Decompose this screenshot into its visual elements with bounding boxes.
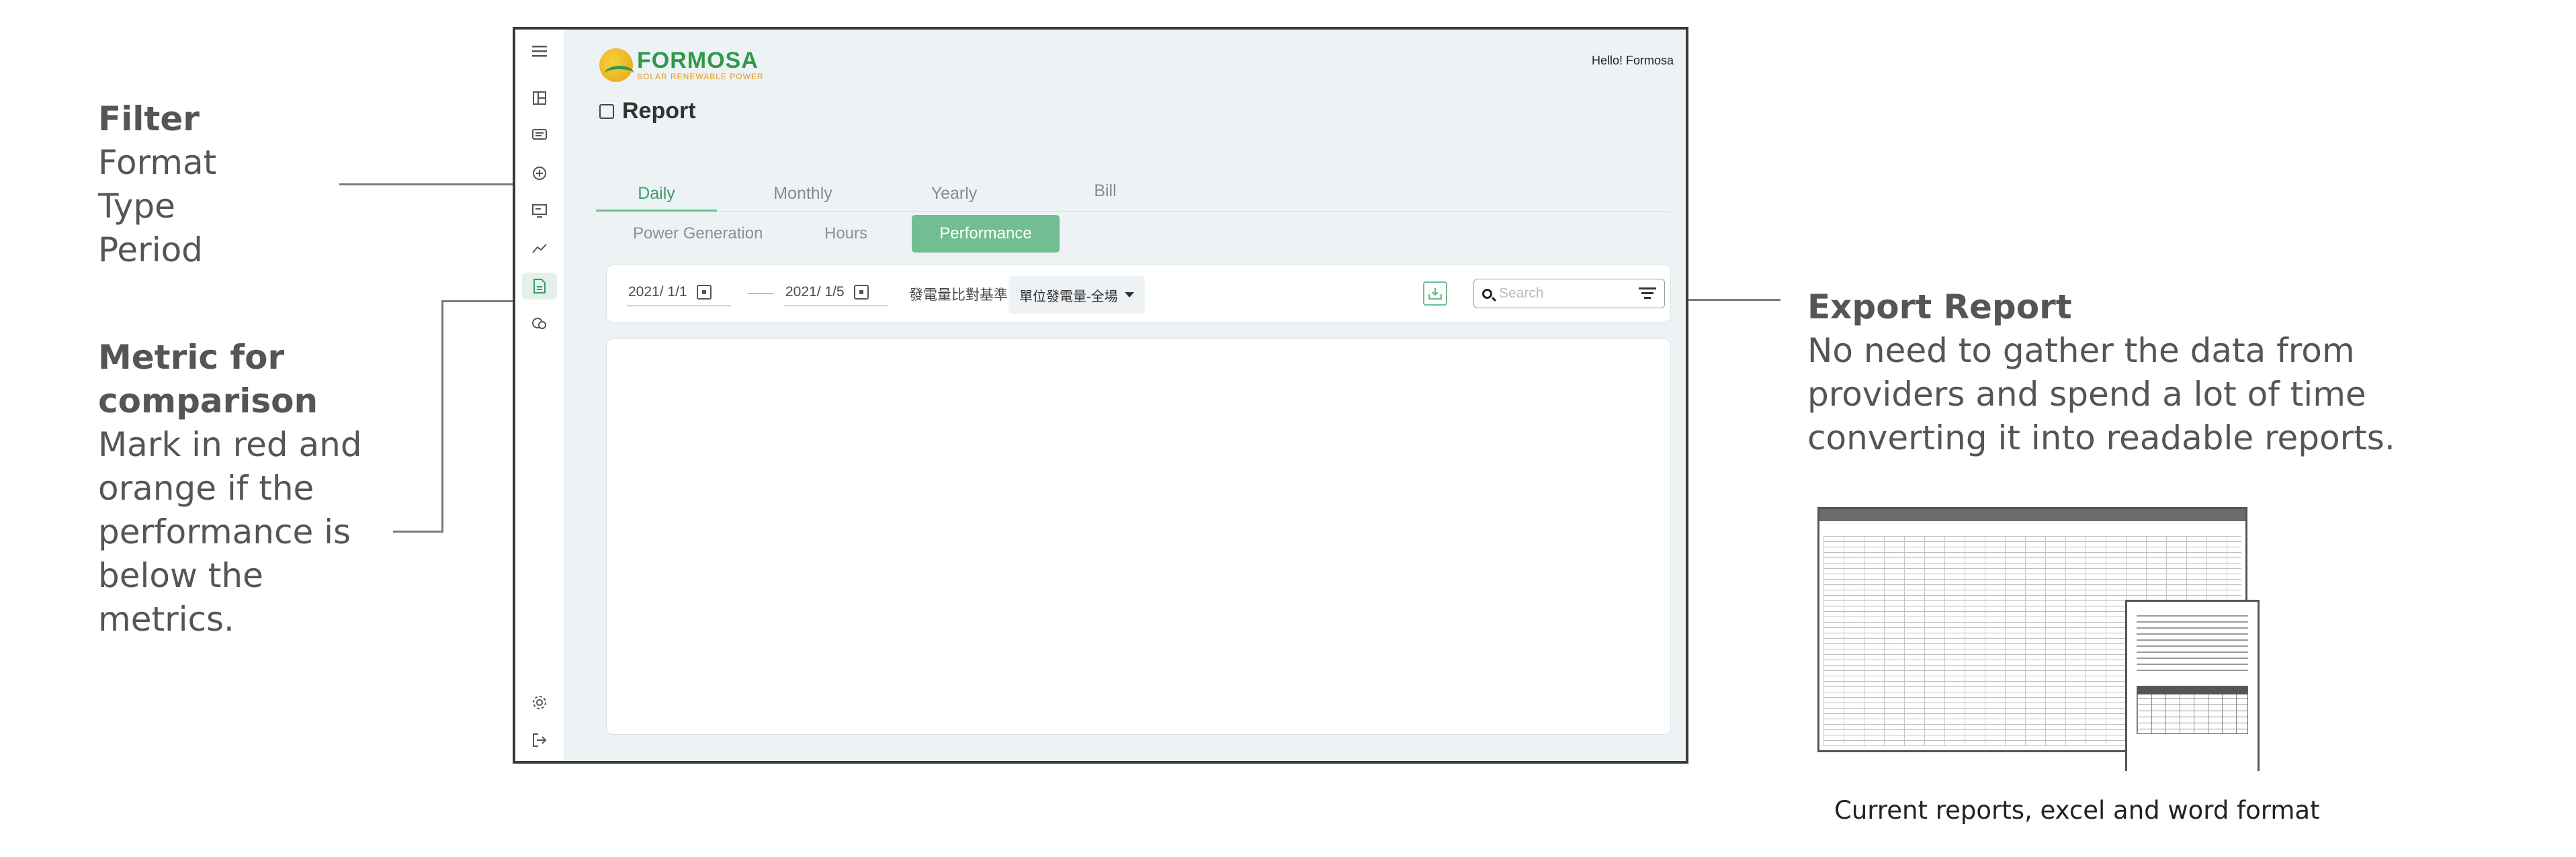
metric-annotation-title: comparison <box>98 381 318 420</box>
report-icon[interactable] <box>522 273 557 300</box>
start-date-value: 2021/ 1/1 <box>628 284 687 300</box>
tab-daily[interactable]: Daily <box>596 177 717 212</box>
metric-annotation-line: performance is <box>98 512 351 551</box>
metric-annotation-line: below the <box>98 556 263 595</box>
app-window: FORMOSA SOLAR RENEWABLE POWER Hello! For… <box>513 27 1688 764</box>
menu-icon[interactable] <box>515 38 564 64</box>
search-icon <box>1482 288 1492 299</box>
subtab-power-generation[interactable]: Power Generation <box>633 215 763 253</box>
metric-annotation-line: Mark in red and <box>98 425 362 464</box>
metric-label: 發電量比對基準 <box>909 287 1008 303</box>
page-title: Report <box>599 98 696 124</box>
filter-annotation-line: Type <box>98 187 175 226</box>
export-report-button[interactable] <box>1423 281 1447 306</box>
subtab-hours[interactable]: Hours <box>824 215 867 253</box>
export-annotation: Export Report No need to gather the data… <box>1807 285 2395 460</box>
metric-leader-line <box>393 531 443 533</box>
export-annotation-line: No need to gather the data from <box>1807 331 2355 370</box>
subtab-performance[interactable]: Performance <box>912 215 1060 253</box>
nav-rail <box>515 30 564 761</box>
filter-annotation: Filter Format Type Period <box>98 97 216 272</box>
tab-yearly[interactable]: Yearly <box>894 177 1015 210</box>
word-report-thumbnail <box>2125 600 2260 771</box>
user-greeting[interactable]: Hello! Formosa <box>1592 54 1674 68</box>
metric-annotation-title: Metric for <box>98 338 285 377</box>
logout-icon[interactable] <box>515 727 564 754</box>
tab-bill[interactable]: Bill <box>1045 175 1166 207</box>
settings-icon[interactable] <box>515 689 564 716</box>
chat-icon[interactable] <box>515 310 564 337</box>
message-icon[interactable] <box>515 122 564 149</box>
filter-annotation-line: Period <box>98 230 203 269</box>
search-placeholder: Search <box>1499 285 1544 301</box>
filter-bar: 2021/ 1/1 2021/ 1/5 發電量比對基準 單位發電量-全場 Sea… <box>606 265 1671 322</box>
brand-name: FORMOSA <box>637 48 759 73</box>
page-title-text: Report <box>622 98 696 124</box>
metric-annotation: Metric for comparison Mark in red and or… <box>98 336 362 641</box>
metric-annotation-line: orange if the <box>98 469 314 508</box>
brand-logo[interactable]: FORMOSA SOLAR RENEWABLE POWER <box>599 48 764 82</box>
dashboard-icon[interactable] <box>515 85 564 111</box>
tab-monthly[interactable]: Monthly <box>742 177 863 210</box>
download-tray-icon <box>1428 288 1442 300</box>
monitor-icon[interactable] <box>515 197 564 224</box>
date-range-separator <box>748 293 773 294</box>
search-input[interactable]: Search <box>1473 279 1665 308</box>
start-date-field[interactable]: 2021/ 1/1 <box>628 284 712 300</box>
plus-circle-icon[interactable] <box>515 160 564 187</box>
filter-annotation-line: Format <box>98 143 217 182</box>
reports-caption: Current reports, excel and word format <box>1834 796 2320 825</box>
sun-logo-icon <box>599 48 634 82</box>
filter-annotation-title: Filter <box>98 99 200 138</box>
filter-leader-line <box>339 183 515 185</box>
chevron-down-icon <box>1124 292 1134 298</box>
end-date-field[interactable]: 2021/ 1/5 <box>785 284 869 300</box>
calendar-icon[interactable] <box>853 285 869 300</box>
brand-tagline: SOLAR RENEWABLE POWER <box>637 72 764 81</box>
metric-leader-line <box>441 300 443 533</box>
report-chart-icon <box>599 103 614 119</box>
metric-select[interactable]: 單位發電量-全場 <box>1008 276 1145 314</box>
export-annotation-line: providers and spend a lot of time <box>1807 375 2366 414</box>
metric-annotation-line: metrics. <box>98 600 234 639</box>
report-content-area <box>606 339 1671 735</box>
filter-icon[interactable] <box>1639 287 1656 300</box>
calendar-icon[interactable] <box>696 285 712 300</box>
trend-icon[interactable] <box>515 235 564 262</box>
end-date-value: 2021/ 1/5 <box>785 284 845 300</box>
period-tabs: Daily Monthly Yearly Bill <box>596 177 1671 212</box>
export-annotation-title: Export Report <box>1807 287 2072 326</box>
export-annotation-line: converting it into readable reports. <box>1807 418 2395 457</box>
metric-select-value: 單位發電量-全場 <box>1019 289 1118 304</box>
